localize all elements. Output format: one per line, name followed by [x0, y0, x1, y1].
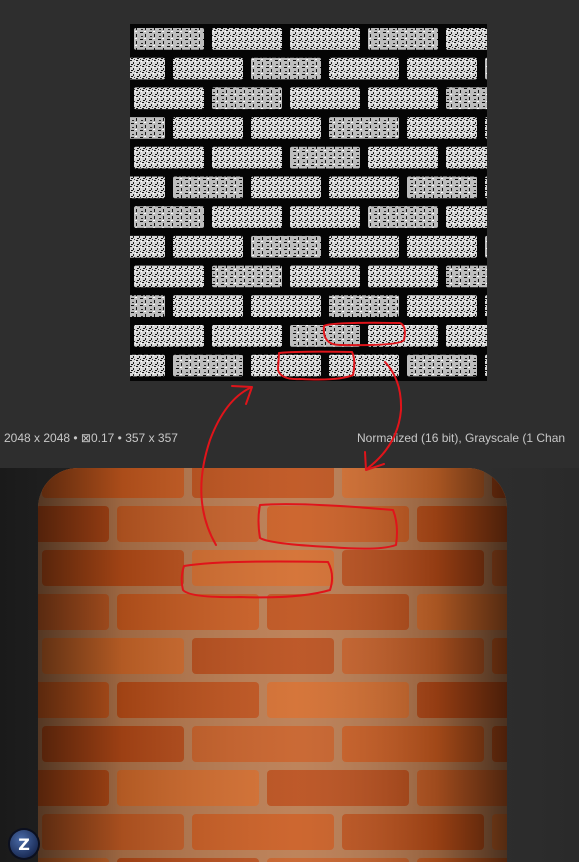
texture-brick	[485, 57, 487, 80]
app-window: 2048 x 2048 • ⊠0.17 • 357 x 357 Normaliz…	[0, 0, 579, 862]
texture-brick	[368, 265, 438, 288]
texture-brick	[251, 354, 321, 377]
texture-brick	[212, 146, 282, 169]
texture-brick	[251, 57, 321, 80]
texture-brick	[368, 87, 438, 110]
texture-brick	[368, 28, 438, 50]
texture-brick	[251, 235, 321, 258]
texture-brick	[290, 28, 360, 50]
texture-dimensions-label: 2048 x 2048 • ⊠0.17 • 357 x 357	[4, 431, 178, 445]
texture-brick	[329, 295, 399, 317]
texture-brick	[134, 265, 204, 288]
texture-brick	[446, 206, 487, 228]
texture-brick	[173, 57, 243, 80]
texture-brick	[446, 28, 487, 50]
texture-brick	[446, 87, 487, 110]
texture-brick	[485, 354, 487, 377]
texture-brick	[130, 57, 165, 80]
texture-brick	[290, 206, 360, 228]
texture-brick	[130, 117, 165, 139]
texture-panel: 2048 x 2048 • ⊠0.17 • 357 x 357 Normaliz…	[0, 0, 579, 468]
texture-brick	[134, 28, 204, 50]
texture-brick	[368, 206, 438, 228]
texture-brick	[329, 354, 399, 377]
texture-brick	[329, 57, 399, 80]
texture-brick	[290, 265, 360, 288]
texture-brick	[329, 176, 399, 199]
grayscale-texture-preview[interactable]	[130, 24, 487, 381]
texture-brick	[485, 117, 487, 139]
texture-brick	[407, 176, 477, 199]
texture-brick	[368, 325, 438, 347]
texture-brick	[290, 146, 360, 169]
texture-brick	[212, 265, 282, 288]
texture-brick	[446, 265, 487, 288]
texture-brick	[485, 235, 487, 258]
texture-brick	[130, 295, 165, 317]
logo-letter: Z	[18, 834, 30, 854]
texture-brick	[212, 28, 282, 50]
texture-brick	[212, 206, 282, 228]
texture-brick	[134, 206, 204, 228]
texture-brick	[130, 354, 165, 377]
texture-brick	[290, 325, 360, 347]
texture-brick	[407, 235, 477, 258]
texture-brick	[446, 146, 487, 169]
texture-brick	[134, 325, 204, 347]
texture-brick	[130, 176, 165, 199]
texture-brick	[134, 87, 204, 110]
texture-brick	[485, 176, 487, 199]
texture-brick	[173, 295, 243, 317]
brick-cylinder-render	[38, 468, 507, 862]
texture-brick	[407, 354, 477, 377]
texture-info-bar: 2048 x 2048 • ⊠0.17 • 357 x 357 Normaliz…	[0, 424, 579, 452]
texture-brick	[173, 117, 243, 139]
texture-brick	[446, 325, 487, 347]
texture-brick	[368, 146, 438, 169]
texture-brick	[407, 57, 477, 80]
texture-brick	[407, 117, 477, 139]
texture-brick	[407, 295, 477, 317]
brick-height-map	[130, 28, 487, 377]
texture-brick	[290, 87, 360, 110]
cylinder-shading	[38, 468, 507, 862]
texture-brick	[173, 354, 243, 377]
brick-cylinder-model	[38, 468, 507, 862]
texture-brick	[212, 87, 282, 110]
zbrush-logo-icon[interactable]: Z	[10, 830, 38, 858]
texture-format-label: Normalized (16 bit), Grayscale (1 Chan	[357, 431, 566, 445]
texture-brick	[329, 117, 399, 139]
texture-brick	[251, 295, 321, 317]
3d-viewport[interactable]	[0, 468, 579, 862]
texture-brick	[251, 117, 321, 139]
texture-brick	[485, 295, 487, 317]
texture-brick	[130, 235, 165, 258]
texture-brick	[173, 176, 243, 199]
texture-brick	[251, 176, 321, 199]
texture-brick	[134, 146, 204, 169]
texture-brick	[173, 235, 243, 258]
texture-brick	[212, 325, 282, 347]
texture-brick	[329, 235, 399, 258]
